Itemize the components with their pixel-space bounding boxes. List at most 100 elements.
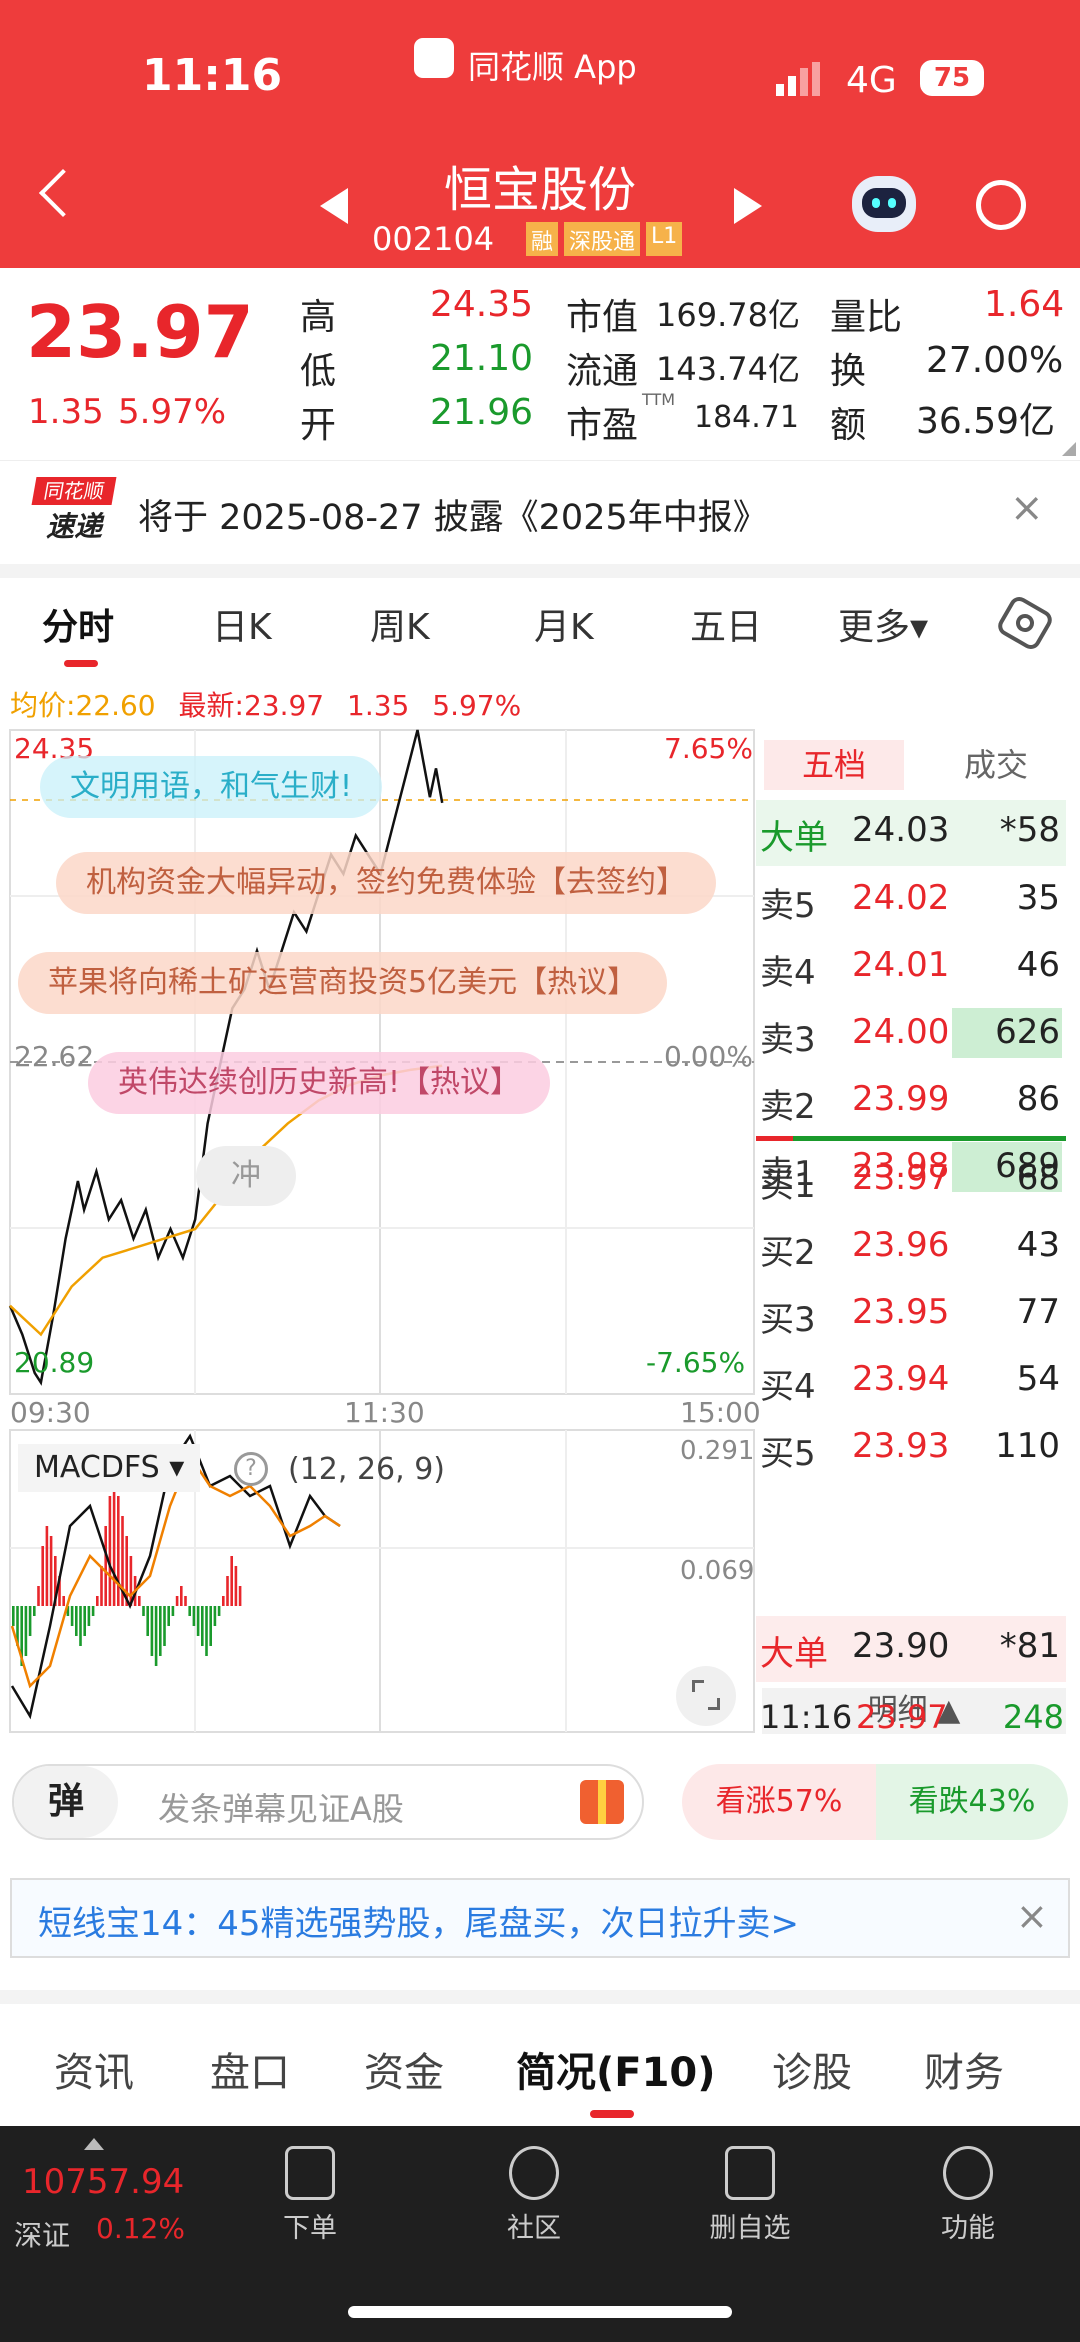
danmu-toggle-icon[interactable]: 弹 — [14, 1766, 118, 1838]
time-end: 15:00 — [680, 1396, 761, 1429]
search-icon[interactable] — [976, 180, 1026, 230]
macd-bar — [201, 1606, 204, 1646]
danmu-bubble-2[interactable]: 机构资金大幅异动，签约免费体验【去签约】 — [56, 852, 716, 914]
macd-bar — [196, 1606, 200, 1636]
macd-bar — [79, 1606, 82, 1646]
macd-bar — [112, 1486, 116, 1606]
macd-bar — [70, 1606, 74, 1626]
tab-weekly-k[interactable]: 周K — [370, 598, 430, 650]
high-value: 24.35 — [430, 284, 534, 325]
macd-bar — [180, 1586, 183, 1606]
macd-bar — [150, 1606, 154, 1656]
chart-area: 均价:22.60 最新:23.97 1.35 5.97% 24.35 7.65%… — [0, 670, 1080, 1750]
bottom-toolbar: 10757.94 深证 0.12% 下单 社区 删自选 功能 — [0, 2126, 1080, 2342]
index-value[interactable]: 10757.94 — [22, 2162, 184, 2202]
expand-corner-icon[interactable] — [1062, 442, 1076, 456]
macd-bar — [230, 1556, 233, 1606]
buy-row: 买3 23.95 77 — [760, 1292, 1060, 1340]
index-market: 深证 — [14, 2219, 71, 2252]
danmu-input[interactable]: 发条弹幕见证A股 — [158, 1784, 404, 1830]
macd-bar — [49, 1536, 53, 1606]
subtab-finance[interactable]: 财务 — [924, 2040, 1004, 2098]
stock-tags: 融 深股通 L1 — [526, 222, 683, 256]
remove-watchlist-icon — [725, 2146, 775, 2200]
danmu-bubble-4[interactable]: 英伟达续创历史新高!【热议】 — [88, 1052, 551, 1114]
subtab-handicap[interactable]: 盘口 — [210, 2040, 290, 2098]
order-button[interactable]: 下单 — [240, 2146, 380, 2245]
community-button[interactable]: 社区 — [464, 2146, 604, 2245]
promo-close-icon[interactable]: × — [1016, 1894, 1048, 1938]
notice-close-icon[interactable]: × — [1010, 485, 1044, 531]
tab-monthly-k[interactable]: 月K — [534, 598, 594, 650]
subtab-profile[interactable]: 简况(F10) — [516, 2040, 716, 2098]
order-book: 五档 成交 大单 24.03 *58 卖5 24.02 35 卖4 24.01 46 卖3 24.… — [756, 734, 1068, 1734]
help-icon[interactable]: ? — [234, 1452, 268, 1486]
tab-more[interactable]: 更多▾ — [838, 598, 928, 650]
macd-bar — [154, 1606, 158, 1666]
sell-row: 卖4 24.01 46 — [760, 945, 1060, 993]
high-label: 高 — [300, 297, 337, 338]
prev-stock-icon[interactable] — [320, 188, 348, 224]
danmu-bubble-1[interactable]: 文明用语，和气生财! — [40, 756, 383, 818]
chart-settings-icon[interactable] — [994, 593, 1056, 653]
macd-bar — [41, 1546, 44, 1606]
latest-label: 最新: — [178, 689, 244, 722]
divider — [0, 564, 1080, 578]
back-icon[interactable] — [38, 168, 88, 218]
latest-value: 23.97 — [243, 689, 325, 722]
tab-five-day[interactable]: 五日 — [690, 598, 762, 650]
danmu-input-bar[interactable]: 弹 发条弹幕见证A股 — [12, 1764, 644, 1840]
chong-button[interactable]: 冲 — [196, 1146, 296, 1206]
subtab-news[interactable]: 资讯 — [54, 2040, 134, 2098]
macd-scale-mid: 0.069 — [680, 1556, 755, 1586]
avg-value: 22.60 — [75, 689, 156, 722]
next-stock-icon[interactable] — [734, 188, 762, 224]
notice-text: 将于 2025-08-27 披露《2025年中报》 — [138, 498, 768, 538]
sell-row: 卖3 24.00 626 — [756, 1002, 1066, 1068]
fullscreen-icon[interactable] — [676, 1666, 736, 1726]
status-app: 同花顺 App — [468, 48, 637, 86]
subtab-funds[interactable]: 资金 — [364, 2040, 444, 2098]
volume-ratio-label: 量比 — [830, 297, 903, 338]
turnover-label: 换 — [830, 351, 867, 392]
tag-level: L1 — [646, 222, 683, 256]
pct-mid-label: 0.00% — [664, 1040, 753, 1073]
quote-panel: 23.97 1.35 5.97% 高 24.35 低 21.10 开 21.96… — [0, 268, 1080, 460]
macd-bar — [24, 1606, 28, 1656]
robot-assistant-icon[interactable] — [852, 176, 916, 232]
float-label: 流通 — [566, 351, 639, 392]
orderbook-tab-five[interactable]: 五档 — [764, 740, 904, 790]
macd-bar — [91, 1606, 95, 1616]
functions-button[interactable]: 功能 — [898, 2146, 1038, 2245]
subtab-diagnosis[interactable]: 诊股 — [772, 2040, 852, 2098]
vote-up-button[interactable]: 看涨57% — [682, 1764, 876, 1840]
header: 11:16 同花顺 App 4G 75 恒宝股份 002104 融 深股通 L1 — [0, 0, 1080, 268]
expand-up-icon[interactable] — [84, 2138, 104, 2150]
macd-bar — [117, 1496, 120, 1606]
stock-name: 恒宝股份 — [444, 162, 637, 218]
danmu-bubble-3[interactable]: 苹果将向稀土矿运营商投资5亿美元【热议】 — [18, 952, 668, 1014]
macd-indicator-select[interactable]: MACDFS ▾ — [18, 1444, 201, 1492]
tab-daily-k[interactable]: 日K — [212, 598, 272, 650]
promo-banner[interactable]: 短线宝14：45精选强势股，尾盘买，次日拉升卖> × — [10, 1878, 1070, 1958]
tab-timeshare[interactable]: 分时 — [42, 598, 114, 650]
remove-watchlist-button[interactable]: 删自选 — [680, 2146, 820, 2245]
express-logo-icon: 同花顺 速递 — [31, 477, 117, 545]
orderbook-tab-trades[interactable]: 成交 — [926, 740, 1066, 790]
gift-icon[interactable] — [580, 1780, 624, 1824]
notice-bar[interactable]: 同花顺 速递 将于 2025-08-27 披露《2025年中报》 × — [0, 460, 1080, 564]
macd-bar — [209, 1606, 212, 1646]
big-buy-row: 大单 23.90 *81 — [756, 1616, 1066, 1682]
pct-min-label: -7.65% — [646, 1346, 746, 1379]
macd-bar — [62, 1596, 65, 1606]
big-sell-row: 大单 24.03 *58 — [756, 800, 1066, 866]
vote-down-button[interactable]: 看跌43% — [876, 1764, 1068, 1840]
tag-margin: 融 — [526, 222, 559, 256]
macd-name: MACDFS — [34, 1450, 160, 1485]
active-subtab-indicator — [590, 2110, 634, 2118]
macd-bar — [159, 1606, 162, 1656]
macd-bar — [75, 1606, 78, 1636]
time-mid: 11:30 — [344, 1396, 425, 1429]
macd-bar — [226, 1576, 229, 1606]
macd-bar — [234, 1566, 238, 1606]
